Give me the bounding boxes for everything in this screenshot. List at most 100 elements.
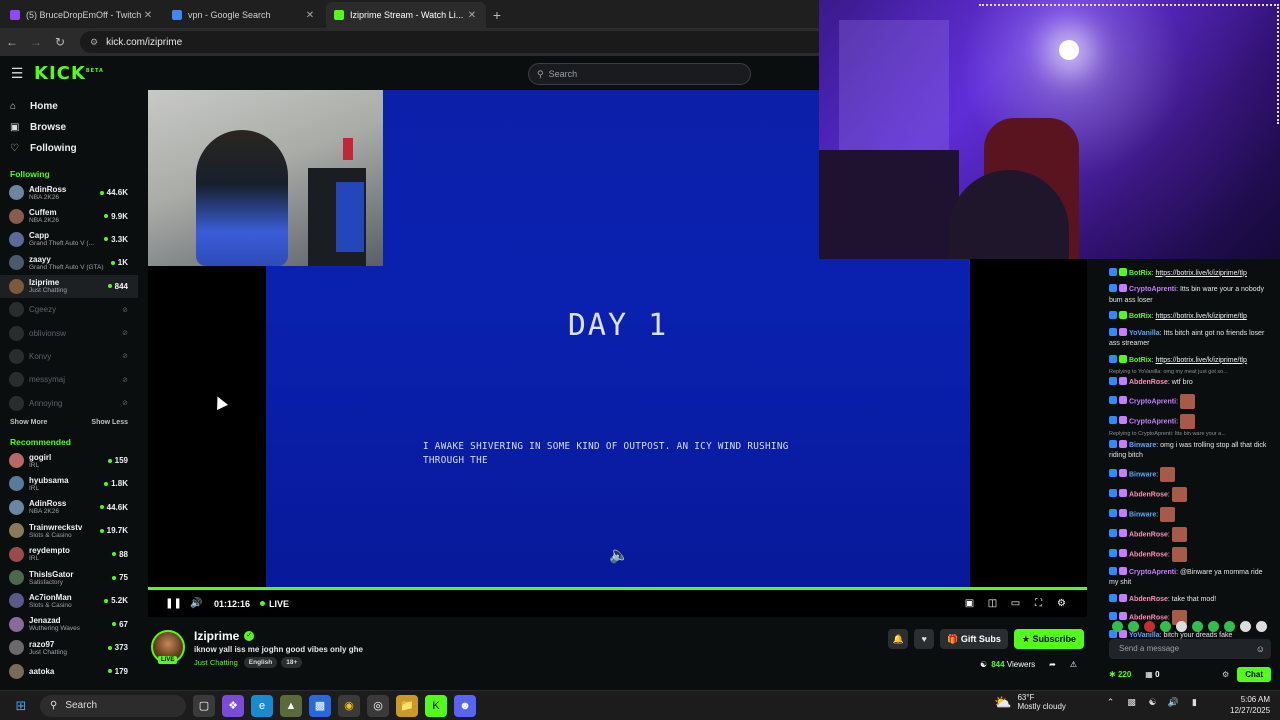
forward-icon[interactable]: → (24, 35, 48, 49)
kick-logo[interactable]: KICKBETA (34, 63, 104, 84)
chat-send-button[interactable]: Chat (1237, 666, 1271, 682)
clip-icon[interactable]: ◫ (981, 598, 1004, 609)
settings-icon[interactable]: ⚙ (1050, 598, 1073, 609)
tray-chevron-icon[interactable]: ⌃ (1100, 697, 1121, 708)
chat-username[interactable]: Binware (1129, 471, 1156, 478)
chat-username[interactable]: BotRix (1129, 357, 1152, 364)
channel-item[interactable]: Iziprime Just Chatting 844 (0, 274, 138, 298)
show-less-button[interactable]: Show Less (91, 415, 128, 431)
channel-item[interactable]: razo97 Just Chatting 373 (0, 636, 138, 659)
channel-item[interactable]: Cuffem NBA 2K26 9.9K (0, 204, 138, 227)
browser-tab[interactable]: Iziprime Stream - Watch Li... ✕ (326, 2, 486, 28)
search-input[interactable]: ⚲ Search (528, 63, 751, 85)
pip-icon[interactable]: ▣ (958, 598, 981, 609)
emote-icon[interactable] (1192, 620, 1203, 632)
chat-settings-icon[interactable]: ⚙ (1222, 670, 1229, 679)
chat-username[interactable]: Binware (1129, 511, 1156, 518)
chat-username[interactable]: CryptoAprenti (1129, 398, 1176, 405)
clock[interactable]: 5:06 AM 12/27/2025 (1230, 694, 1270, 716)
tray-app-icon[interactable]: ▩ (1121, 697, 1142, 708)
emote-icon[interactable] (1176, 620, 1187, 632)
edge-icon[interactable]: e (251, 694, 273, 717)
tab-close-icon[interactable]: ✕ (142, 10, 154, 21)
channel-item[interactable]: zaayy Grand Theft Auto V (GTA) 1K (0, 251, 138, 274)
app-icon[interactable]: ▲ (280, 694, 302, 717)
chat-username[interactable]: YoVanilla (1129, 330, 1160, 337)
browser-tab[interactable]: vpn - Google Search ✕ (164, 2, 324, 28)
share-icon[interactable]: ➦ (1049, 660, 1056, 669)
store-icon[interactable]: ▩ (309, 694, 331, 717)
emote-icon[interactable] (1224, 620, 1235, 632)
back-icon[interactable]: ← (0, 35, 24, 49)
channel-item[interactable]: AdinRoss NBA 2K26 44.6K (0, 496, 138, 519)
tag[interactable]: 18+ (281, 657, 303, 668)
chat-username[interactable]: AbdenRose (1129, 491, 1168, 498)
chat-username[interactable]: BotRix (1129, 313, 1152, 320)
emote-icon[interactable] (1112, 620, 1123, 632)
emote-icon[interactable] (1208, 620, 1219, 632)
channel-item[interactable]: Trainwreckstv Slots & Casino 19.7K (0, 519, 138, 542)
channel-item[interactable]: Jenazad Wuthering Waves 67 (0, 613, 138, 636)
channel-item[interactable]: Capp Grand Theft Auto V (... 3.3K (0, 228, 138, 251)
weather-widget[interactable]: ⛅ 63°F Mostly cloudy (994, 693, 1066, 711)
chat-username[interactable]: AbdenRose (1129, 531, 1168, 538)
sidebar-nav-following[interactable]: ♡ Following (0, 138, 138, 159)
battery-icon[interactable]: ▮ (1184, 697, 1205, 708)
gift-subs-button[interactable]: 🎁 Gift Subs (940, 629, 1008, 649)
chat-username[interactable]: AbdenRose (1129, 551, 1168, 558)
volume-icon[interactable]: 🔊 (1163, 697, 1184, 708)
sidebar-nav-home[interactable]: ⌂ Home (0, 96, 138, 117)
chat-username[interactable]: AbdenRose (1129, 379, 1168, 386)
follow-heart-icon[interactable]: ♥ (914, 629, 935, 649)
channel-item[interactable]: reydempto IRL 88 (0, 542, 138, 565)
obs-icon[interactable]: ◎ (367, 694, 389, 717)
channel-item[interactable]: aatoka 179 (0, 659, 138, 682)
channel-item[interactable]: AdinRoss NBA 2K26 44.6K (0, 181, 138, 204)
tab-close-icon[interactable]: ✕ (304, 10, 316, 21)
chat-link[interactable]: https://botrix.live/k/iziprime/tlp (1155, 270, 1246, 277)
channel-item[interactable]: gogirl IRL 159 (0, 449, 138, 472)
channel-points[interactable]: ✱ 220 (1109, 670, 1131, 679)
emote-icon[interactable] (1144, 620, 1155, 632)
streamer-name[interactable]: Iziprime ✓ (194, 629, 255, 643)
copilot-icon[interactable]: ❖ (222, 694, 244, 717)
chat-username[interactable]: CryptoAprenti (1129, 286, 1176, 293)
channel-item[interactable]: hyubsama IRL 1.8K (0, 472, 138, 495)
network-icon[interactable]: ☯ (1142, 697, 1163, 708)
emote-icon[interactable] (1240, 620, 1251, 632)
chat-username[interactable]: CryptoAprenti (1129, 569, 1176, 576)
menu-icon[interactable]: ☰ (0, 65, 34, 82)
channel-item[interactable]: ThisIsGator Satisfactory 75 (0, 566, 138, 589)
pause-icon[interactable]: ❚❚ (162, 598, 185, 609)
chat-username[interactable]: BotRix (1129, 270, 1152, 277)
channel-item[interactable]: oblivionsw ⊘ (0, 321, 138, 344)
channel-item[interactable]: messymaj ⊘ (0, 368, 138, 391)
channel-item[interactable]: Ac7ionMan Slots & Casino 5.2K (0, 589, 138, 612)
reload-icon[interactable]: ↻ (48, 35, 72, 49)
emoji-icon[interactable]: ☺ (1256, 639, 1265, 659)
emote-icon[interactable] (1160, 620, 1171, 632)
show-more-button[interactable]: Show More (10, 415, 47, 431)
task-view-icon[interactable]: ▢ (193, 694, 215, 717)
discord-icon[interactable]: ☻ (454, 694, 476, 717)
chat-username[interactable]: CryptoAprenti (1129, 418, 1176, 425)
chrome-icon[interactable]: ◉ (338, 694, 360, 717)
sidebar-nav-browse[interactable]: ▣ Browse (0, 117, 138, 138)
windows-start-icon[interactable]: ⊞ (8, 698, 34, 714)
channel-item[interactable]: Annoying ⊘ (0, 392, 138, 415)
report-icon[interactable]: ⚠ (1070, 660, 1077, 669)
theater-icon[interactable]: ▭ (1004, 598, 1027, 609)
taskbar-search[interactable]: ⚲ Search (40, 694, 186, 717)
file-explorer-icon[interactable]: 📁 (396, 694, 418, 717)
site-info-icon[interactable]: ⚙ (90, 37, 98, 48)
kick-app-icon[interactable]: K (425, 694, 447, 717)
notification-bell-icon[interactable]: 🔔 (888, 629, 909, 649)
tag[interactable]: English (243, 657, 278, 668)
volume-icon[interactable]: 🔊 (185, 598, 208, 609)
tab-close-icon[interactable]: ✕ (466, 10, 478, 21)
emote-icon[interactable] (1128, 620, 1139, 632)
chat-link[interactable]: https://botrix.live/k/iziprime/tlp (1155, 357, 1246, 364)
fullscreen-icon[interactable]: ⛶ (1027, 598, 1050, 609)
subscribe-button[interactable]: ★ Subscribe (1013, 629, 1084, 649)
chat-link[interactable]: https://botrix.live/k/iziprime/tlp (1155, 313, 1246, 320)
